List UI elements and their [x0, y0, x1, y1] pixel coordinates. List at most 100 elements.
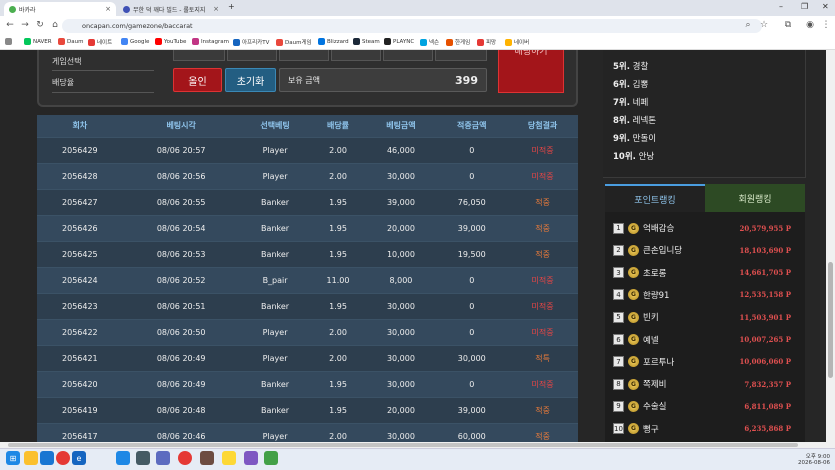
bookmark-daum[interactable]: Daum: [58, 38, 83, 45]
bookmark-nexon[interactable]: 넥슨: [420, 38, 439, 46]
taskbar-app-icon[interactable]: [136, 451, 150, 465]
bookmark-naver-2[interactable]: 네이버: [505, 38, 529, 46]
ranking-points: 11,503,901 P: [739, 312, 791, 322]
ranking-row[interactable]: 8 G 쪽제비 7,832,357 P: [605, 373, 805, 395]
cell-bet-time: 08/06 20:51: [122, 292, 240, 319]
all-in-button[interactable]: 올인: [173, 68, 222, 92]
bookmark-pmang[interactable]: 피망: [477, 38, 496, 46]
star-icon[interactable]: ☆: [758, 20, 770, 30]
bet-chip-button[interactable]: [435, 50, 487, 61]
start-icon[interactable]: ⊞: [6, 451, 20, 465]
back-icon[interactable]: ←: [4, 20, 16, 30]
menu-odds[interactable]: 배당율: [52, 77, 74, 88]
top-rank-item[interactable]: 8위. 레넥톤: [613, 114, 656, 126]
bookmark-nate[interactable]: 네이트: [88, 38, 112, 46]
place-bet-button[interactable]: 배팅하기: [498, 50, 564, 93]
chrome-running-icon[interactable]: [178, 451, 192, 465]
taskbar-app-icon[interactable]: [200, 451, 214, 465]
top-rank-item[interactable]: 6위. 김뽕: [613, 78, 648, 90]
tab-title: 무한 덕 깨다 빌드 - 롤토지지: [133, 6, 206, 14]
profile-icon[interactable]: ◉: [804, 20, 816, 30]
bookmark-google[interactable]: Google: [121, 38, 149, 45]
ranking-row[interactable]: 6 G 예넬 10,007,265 P: [605, 329, 805, 351]
tab-favicon-icon: [123, 5, 130, 13]
cell-bet-time: 08/06 20:49: [122, 370, 240, 397]
bookmark-naver[interactable]: NAVER: [24, 38, 52, 45]
tab-member-ranking[interactable]: 회원랭킹: [705, 184, 805, 212]
ranking-row[interactable]: 10 G 뻥구 6,235,868 P: [605, 418, 805, 440]
taskbar-app-icon[interactable]: [116, 451, 130, 465]
rank-badge: 1: [613, 222, 624, 234]
store-icon[interactable]: [40, 451, 54, 465]
apps-icon[interactable]: [5, 38, 12, 45]
minimize-icon[interactable]: –: [779, 2, 783, 11]
top-rank-item[interactable]: 5위. 경찰: [613, 60, 648, 72]
ranking-row[interactable]: 5 G 빈키 11,503,901 P: [605, 306, 805, 328]
top-rank-item[interactable]: 7위. 네페: [613, 96, 648, 108]
taskbar-app-icon[interactable]: [156, 451, 170, 465]
tab-point-ranking[interactable]: 포인트랭킹: [605, 184, 705, 212]
menu-game-select[interactable]: 게임선택: [52, 56, 81, 67]
ranking-row[interactable]: 7 G 포르투나 10,006,060 P: [605, 351, 805, 373]
bet-chip-button[interactable]: [383, 50, 433, 61]
ranking-row[interactable]: 9 G 수술실 6,811,089 P: [605, 395, 805, 417]
ranking-points: 14,661,705 P: [739, 268, 791, 278]
cell-round: 2056420: [37, 370, 123, 397]
cell-bet-amount: 30,000: [365, 162, 437, 189]
file-explorer-icon[interactable]: [24, 451, 38, 465]
bookmark-instagram[interactable]: Instagram: [192, 38, 229, 45]
taskbar-app-icon[interactable]: [264, 451, 278, 465]
top-rank-item[interactable]: 9위. 만돌이: [613, 132, 656, 144]
bookmark-hangame[interactable]: 한게임: [446, 38, 470, 46]
cell-win-amount: 39,000: [436, 396, 508, 423]
cell-round: 2056428: [37, 162, 123, 189]
cell-bet-amount: 20,000: [365, 396, 437, 423]
new-tab-button[interactable]: +: [228, 2, 235, 11]
bookmark-youtube[interactable]: YouTube: [155, 38, 186, 45]
cell-result: 미적중: [507, 370, 578, 397]
kakaotalk-icon[interactable]: [222, 451, 236, 465]
chrome-icon[interactable]: [56, 451, 70, 465]
table-row: 2056421 08/06 20:49 Player 2.00 30,000 30,000…: [37, 344, 578, 371]
url-input[interactable]: oncapan.com/gamezone/baccarat: [62, 19, 762, 33]
top-rank-item[interactable]: 10위. 안낭: [613, 150, 654, 162]
maximize-icon[interactable]: ❐: [801, 2, 808, 11]
bookmark-plaync[interactable]: PLAYNC: [384, 38, 414, 45]
vertical-scrollbar[interactable]: [826, 50, 835, 442]
ranking-row[interactable]: 2 G 큰손입니당 18,103,690 P: [605, 239, 805, 261]
ranking-row[interactable]: 3 G 초로롱 14,661,705 P: [605, 262, 805, 284]
cell-win-amount: 0: [436, 370, 508, 397]
reload-icon[interactable]: ↻: [34, 20, 46, 30]
home-icon[interactable]: ⌂: [49, 20, 61, 30]
rank-name: 레넥톤: [632, 116, 657, 126]
close-window-icon[interactable]: ✕: [822, 2, 829, 11]
edge-icon[interactable]: e: [72, 451, 86, 465]
zoom-icon[interactable]: ⌕: [742, 20, 754, 30]
close-tab-icon[interactable]: ×: [213, 5, 219, 13]
bookmark-steam[interactable]: Steam: [353, 38, 380, 45]
ranking-user-name: 초로롱: [643, 268, 667, 279]
tab-lolchess[interactable]: 무한 덕 깨다 빌드 - 롤토지지 ×: [118, 2, 224, 16]
cell-bet-amount: 10,000: [365, 240, 437, 267]
reset-button[interactable]: 초기화: [225, 68, 276, 92]
bookmark-blizzard[interactable]: Blizzard: [318, 38, 349, 45]
bookmark-afreecatv[interactable]: 아프리카TV: [233, 38, 269, 46]
bet-chip-button[interactable]: [279, 50, 329, 61]
bookmark-daumgame[interactable]: Daum게임: [276, 38, 312, 46]
scrollbar-thumb[interactable]: [828, 262, 833, 378]
bet-chip-button[interactable]: [331, 50, 381, 61]
extensions-icon[interactable]: ⧉: [782, 20, 794, 30]
taskbar-app-icon[interactable]: [244, 451, 258, 465]
system-clock[interactable]: 오후 9:00 2026-08-06: [790, 452, 830, 466]
menu-icon[interactable]: ⋮: [820, 20, 832, 30]
forward-icon[interactable]: →: [19, 20, 31, 30]
cell-bet-amount: 30,000: [365, 422, 437, 442]
bet-chip-button[interactable]: [227, 50, 277, 61]
ranking-row[interactable]: 4 G 한량91 12,535,158 P: [605, 284, 805, 306]
horizontal-scrollbar-thumb[interactable]: [8, 443, 798, 447]
ranking-row[interactable]: 1 G 억배감승 20,579,955 P: [605, 217, 805, 239]
tab-baccarat[interactable]: 바카라 ×: [4, 2, 116, 16]
close-tab-icon[interactable]: ×: [105, 5, 111, 13]
cell-round: 2056425: [37, 240, 123, 267]
bet-chip-button[interactable]: [173, 50, 225, 61]
